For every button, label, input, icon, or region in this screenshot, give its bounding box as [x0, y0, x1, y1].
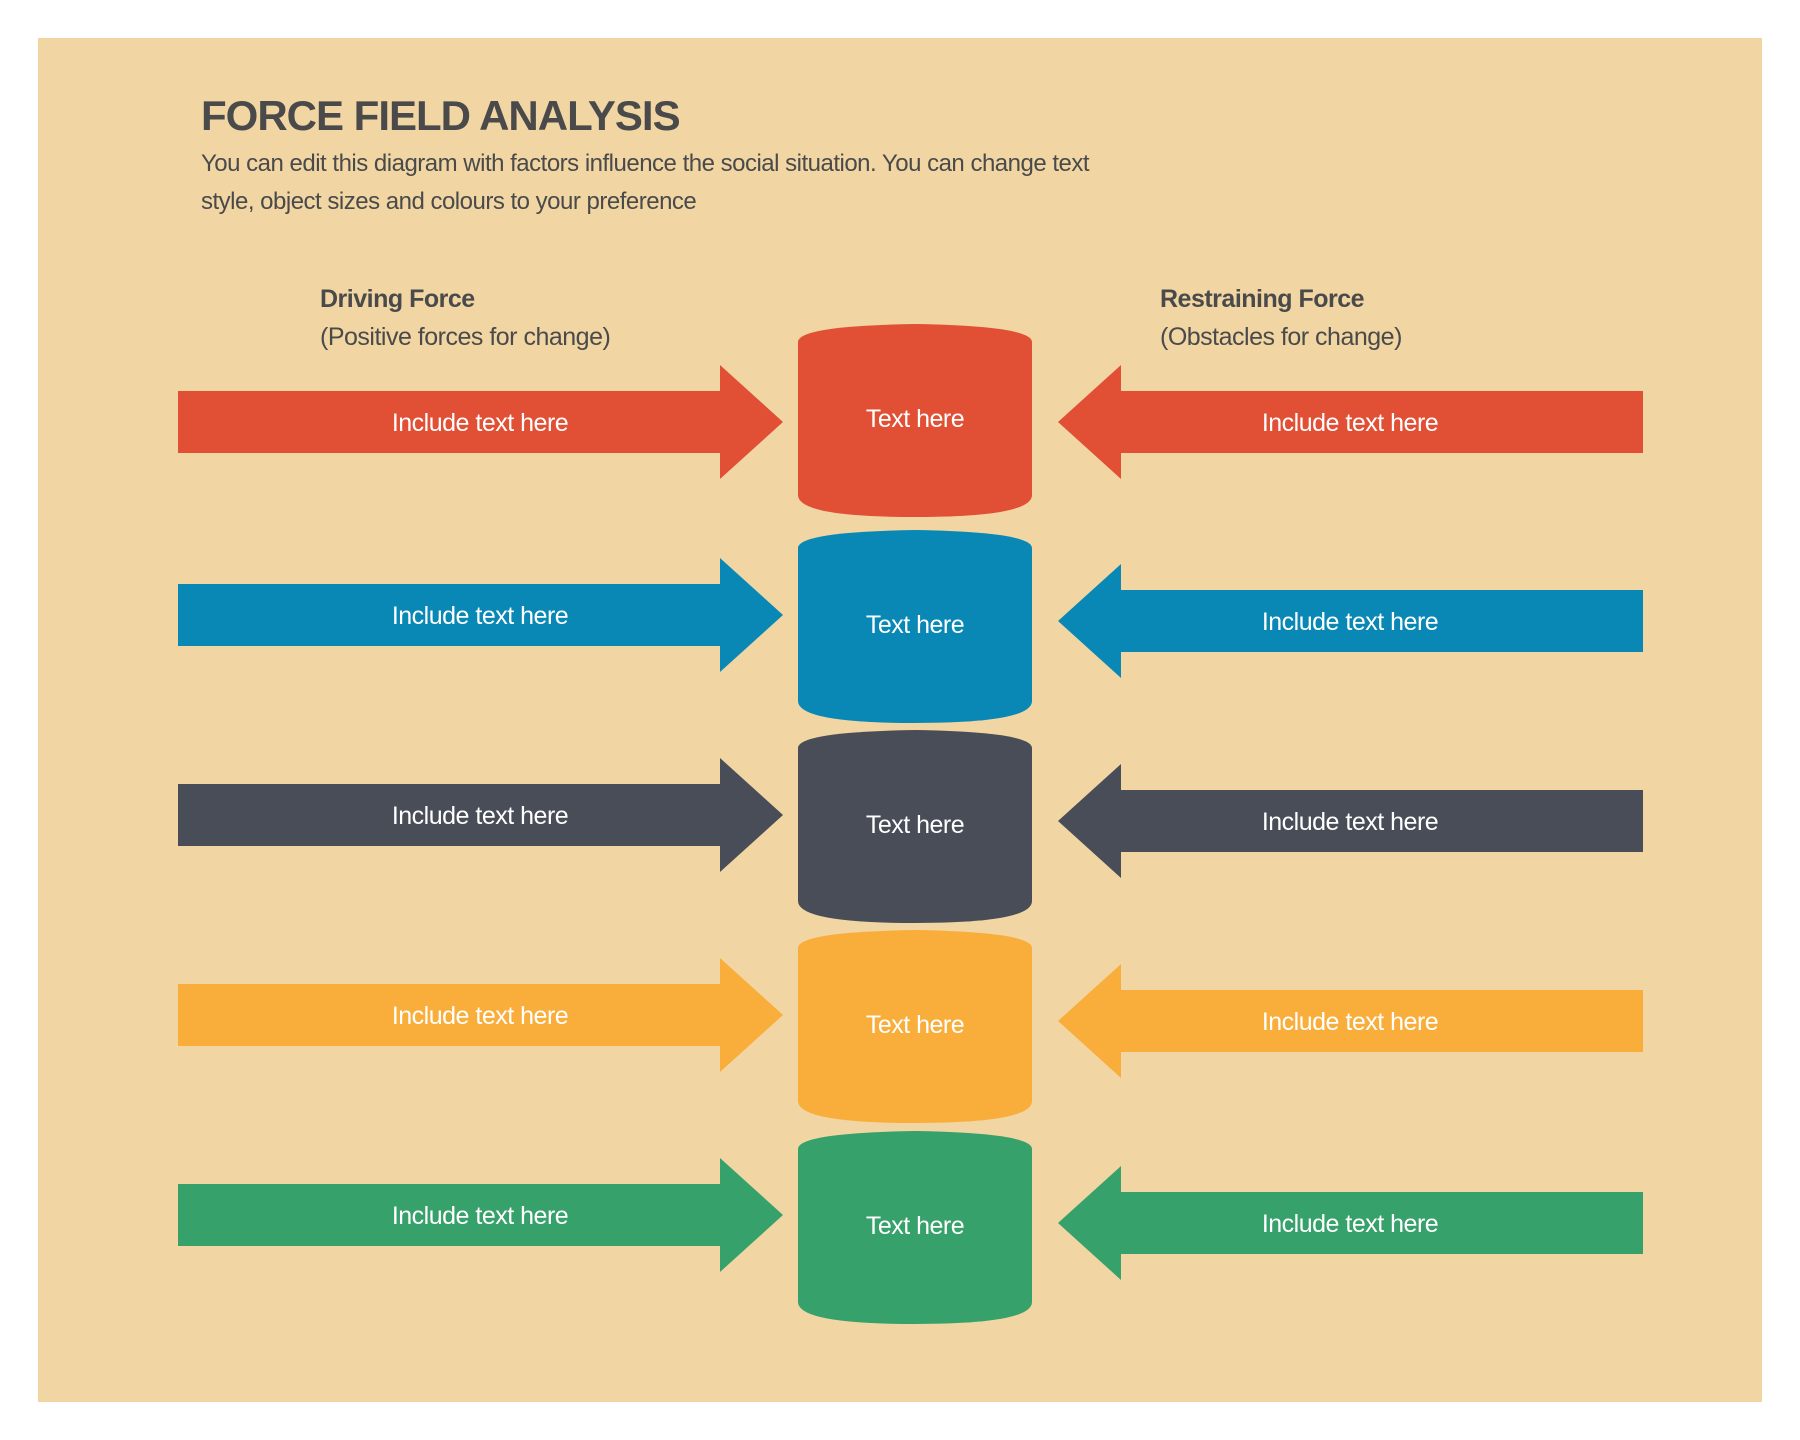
driving-force-label[interactable]: Include text here [392, 802, 569, 830]
center-label[interactable]: Text here [866, 405, 965, 433]
force-row: Include text here Text here Include text h… [178, 730, 1643, 923]
driving-force-label[interactable]: Include text here [392, 602, 569, 630]
restraining-force-label[interactable]: Include text here [1262, 409, 1439, 437]
force-row: Include text here Text here Include text h… [178, 930, 1643, 1123]
driving-force-label[interactable]: Include text here [392, 1202, 569, 1230]
force-row: Include text here Text here Include text h… [178, 324, 1643, 517]
force-row: Include text here Text here Include text h… [178, 530, 1643, 723]
force-row: Include text here Text here Include text h… [178, 1131, 1643, 1324]
restraining-force-label[interactable]: Include text here [1262, 808, 1439, 836]
restraining-force-label[interactable]: Include text here [1262, 1210, 1439, 1238]
center-label[interactable]: Text here [866, 1011, 965, 1039]
center-label[interactable]: Text here [866, 1212, 965, 1240]
restraining-force-label[interactable]: Include text here [1262, 1008, 1439, 1036]
driving-force-label[interactable]: Include text here [392, 1002, 569, 1030]
restraining-force-label[interactable]: Include text here [1262, 608, 1439, 636]
force-field-diagram: Include text here Text here Include text h… [178, 324, 1643, 1324]
driving-force-label[interactable]: Include text here [392, 409, 569, 437]
center-label[interactable]: Text here [866, 611, 965, 639]
center-label[interactable]: Text here [866, 811, 965, 839]
